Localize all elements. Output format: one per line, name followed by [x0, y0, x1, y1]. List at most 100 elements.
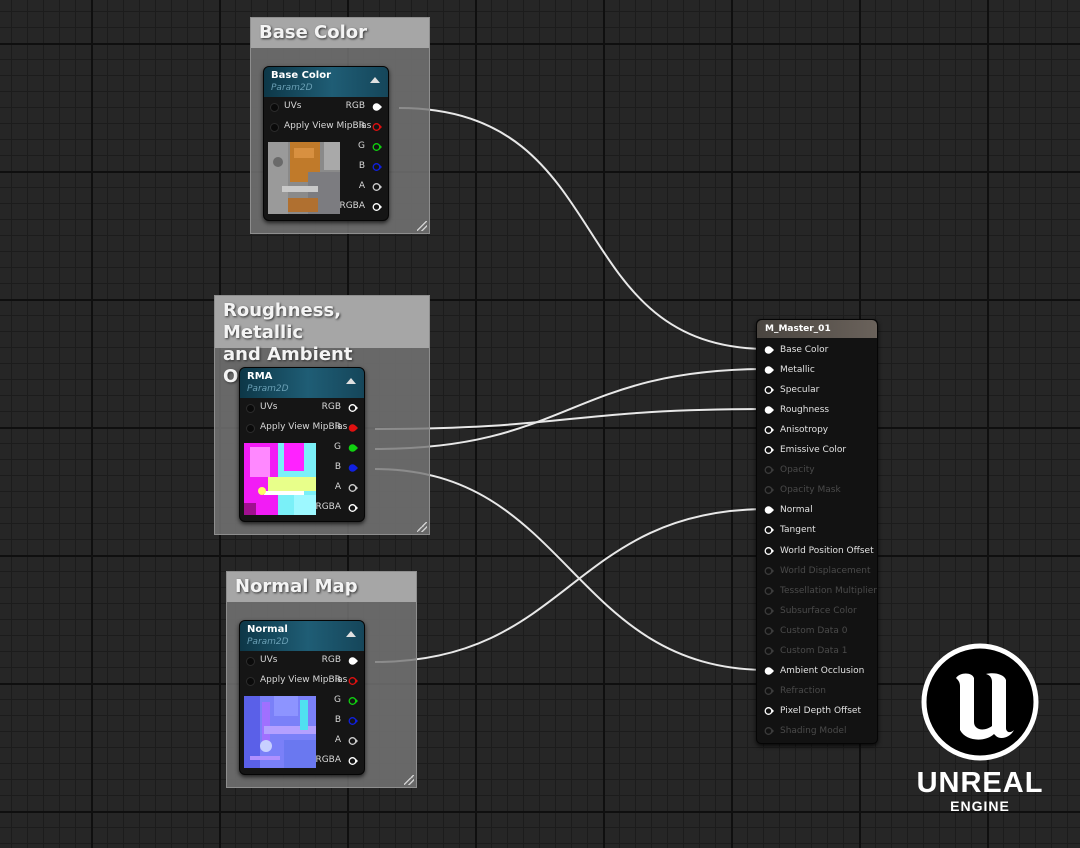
material-pin-row[interactable]: Anisotropy — [757, 423, 875, 437]
output-pin-icon[interactable] — [372, 142, 382, 152]
output-pin-icon[interactable] — [348, 736, 358, 746]
node-subtitle: Param2D — [247, 637, 289, 647]
output-pin-icon[interactable] — [348, 423, 358, 433]
output-pin-icon[interactable] — [372, 122, 382, 132]
material-pin-row[interactable]: Opacity Mask — [757, 483, 875, 497]
input-pin-label: UVs — [284, 101, 302, 111]
input-pin-icon[interactable] — [764, 465, 775, 475]
material-pin-row[interactable]: Specular — [757, 383, 875, 397]
output-pin-label: G — [334, 695, 341, 705]
resize-handle-icon[interactable] — [404, 775, 414, 785]
material-pin-row[interactable]: World Position Offset — [757, 544, 875, 558]
material-pin-label: Shading Model — [780, 725, 847, 736]
material-pin-row[interactable]: Shading Model — [757, 724, 875, 738]
input-pin-icon[interactable] — [764, 425, 775, 435]
output-pin-label: A — [334, 482, 341, 492]
input-pin-icon[interactable] — [764, 505, 775, 515]
material-node-title[interactable]: M_Master_01 — [757, 320, 877, 338]
node-header[interactable]: RMA Param2D — [240, 368, 364, 398]
material-pin-label: Custom Data 1 — [780, 645, 848, 656]
input-pin-icon[interactable] — [764, 525, 775, 535]
output-pin-label: A — [358, 181, 365, 191]
comment-title[interactable]: Base Color — [251, 18, 429, 48]
output-pin-icon[interactable] — [348, 503, 358, 513]
material-pin-row[interactable]: Tessellation Multiplier — [757, 584, 877, 598]
input-pin-icon[interactable] — [764, 385, 775, 395]
output-pin-icon[interactable] — [348, 656, 358, 666]
material-pin-label: Opacity Mask — [780, 485, 841, 496]
input-pin-icon[interactable] — [764, 365, 775, 375]
material-pin-row[interactable]: Pixel Depth Offset — [757, 704, 875, 718]
input-pin-icon[interactable] — [764, 646, 775, 656]
output-pin-label: RGBA — [315, 502, 341, 512]
texture-node-base-color[interactable]: Base Color Param2D UVs RGB Apply View Mi… — [263, 66, 389, 221]
material-result-node[interactable]: M_Master_01 Base Color Metallic Specular Ro… — [756, 319, 878, 744]
texture-node-rma[interactable]: RMA Param2D UVs RGB Apply View MipBias R… — [239, 367, 365, 522]
node-header[interactable]: Base Color Param2D — [264, 67, 388, 97]
output-pin-icon[interactable] — [348, 696, 358, 706]
input-pin-icon[interactable] — [764, 586, 775, 596]
output-pin-icon[interactable] — [372, 182, 382, 192]
input-pin-icon[interactable] — [764, 666, 775, 676]
material-pin-row[interactable]: Custom Data 0 — [757, 624, 875, 638]
material-pin-label: Metallic — [780, 365, 815, 376]
output-pin-label: RGBA — [315, 755, 341, 765]
input-pin-icon[interactable] — [764, 726, 775, 736]
input-pin-icon[interactable] — [246, 404, 255, 413]
input-pin-icon[interactable] — [246, 657, 255, 666]
input-pin-icon[interactable] — [764, 706, 775, 716]
input-pin-icon[interactable] — [246, 677, 255, 686]
input-pin-icon[interactable] — [764, 626, 775, 636]
material-pin-row[interactable]: Ambient Occlusion — [757, 664, 875, 678]
node-subtitle: Param2D — [271, 83, 313, 93]
resize-handle-icon[interactable] — [417, 221, 427, 231]
output-pin-icon[interactable] — [348, 676, 358, 686]
collapse-arrow-icon[interactable] — [346, 378, 356, 384]
output-pin-icon[interactable] — [348, 483, 358, 493]
input-pin-label: UVs — [260, 402, 278, 412]
output-pin-label: RGB — [321, 402, 341, 412]
material-pin-row[interactable]: Base Color — [757, 343, 875, 357]
input-pin-icon[interactable] — [270, 103, 279, 112]
material-pin-row[interactable]: Normal — [757, 503, 875, 517]
texture-node-normal[interactable]: Normal Param2D UVs RGB Apply View MipBia… — [239, 620, 365, 775]
output-pin-icon[interactable] — [348, 463, 358, 473]
collapse-arrow-icon[interactable] — [370, 77, 380, 83]
collapse-arrow-icon[interactable] — [346, 631, 356, 637]
material-pin-row[interactable]: Metallic — [757, 363, 875, 377]
output-pin-icon[interactable] — [372, 102, 382, 112]
output-pin-icon[interactable] — [372, 202, 382, 212]
output-pin-icon[interactable] — [348, 403, 358, 413]
node-header[interactable]: Normal Param2D — [240, 621, 364, 651]
input-pin-icon[interactable] — [764, 445, 775, 455]
logo-wordmark: UNREAL — [916, 767, 1044, 799]
input-pin-icon[interactable] — [764, 606, 775, 616]
material-pin-row[interactable]: Refraction — [757, 684, 875, 698]
material-pin-row[interactable]: Tangent — [757, 523, 875, 537]
input-pin-icon[interactable] — [270, 123, 279, 132]
material-pin-row[interactable]: Roughness — [757, 403, 875, 417]
input-pin-icon[interactable] — [764, 405, 775, 415]
output-pin-icon[interactable] — [348, 756, 358, 766]
output-pin-icon[interactable] — [372, 162, 382, 172]
material-pin-row[interactable]: Emissive Color — [757, 443, 875, 457]
comment-title[interactable]: Roughness, Metallic and Ambient Occlusio… — [215, 296, 429, 387]
material-pin-label: Base Color — [780, 345, 829, 355]
material-pin-row[interactable]: World Displacement — [757, 564, 875, 578]
node-subtitle: Param2D — [247, 384, 289, 394]
input-pin-icon[interactable] — [764, 485, 775, 495]
material-pin-row[interactable]: Opacity — [757, 463, 875, 477]
input-pin-icon[interactable] — [764, 345, 775, 355]
input-pin-icon[interactable] — [764, 546, 775, 556]
output-pin-icon[interactable] — [348, 443, 358, 453]
material-pin-label: Roughness — [780, 405, 830, 416]
comment-title[interactable]: Normal Map — [227, 572, 416, 602]
input-pin-icon[interactable] — [764, 566, 775, 576]
output-pin-icon[interactable] — [348, 716, 358, 726]
output-pin-label: R — [334, 422, 341, 432]
material-pin-row[interactable]: Custom Data 1 — [757, 644, 875, 658]
material-pin-row[interactable]: Subsurface Color — [757, 604, 875, 618]
input-pin-icon[interactable] — [246, 424, 255, 433]
resize-handle-icon[interactable] — [417, 522, 427, 532]
input-pin-icon[interactable] — [764, 686, 775, 696]
